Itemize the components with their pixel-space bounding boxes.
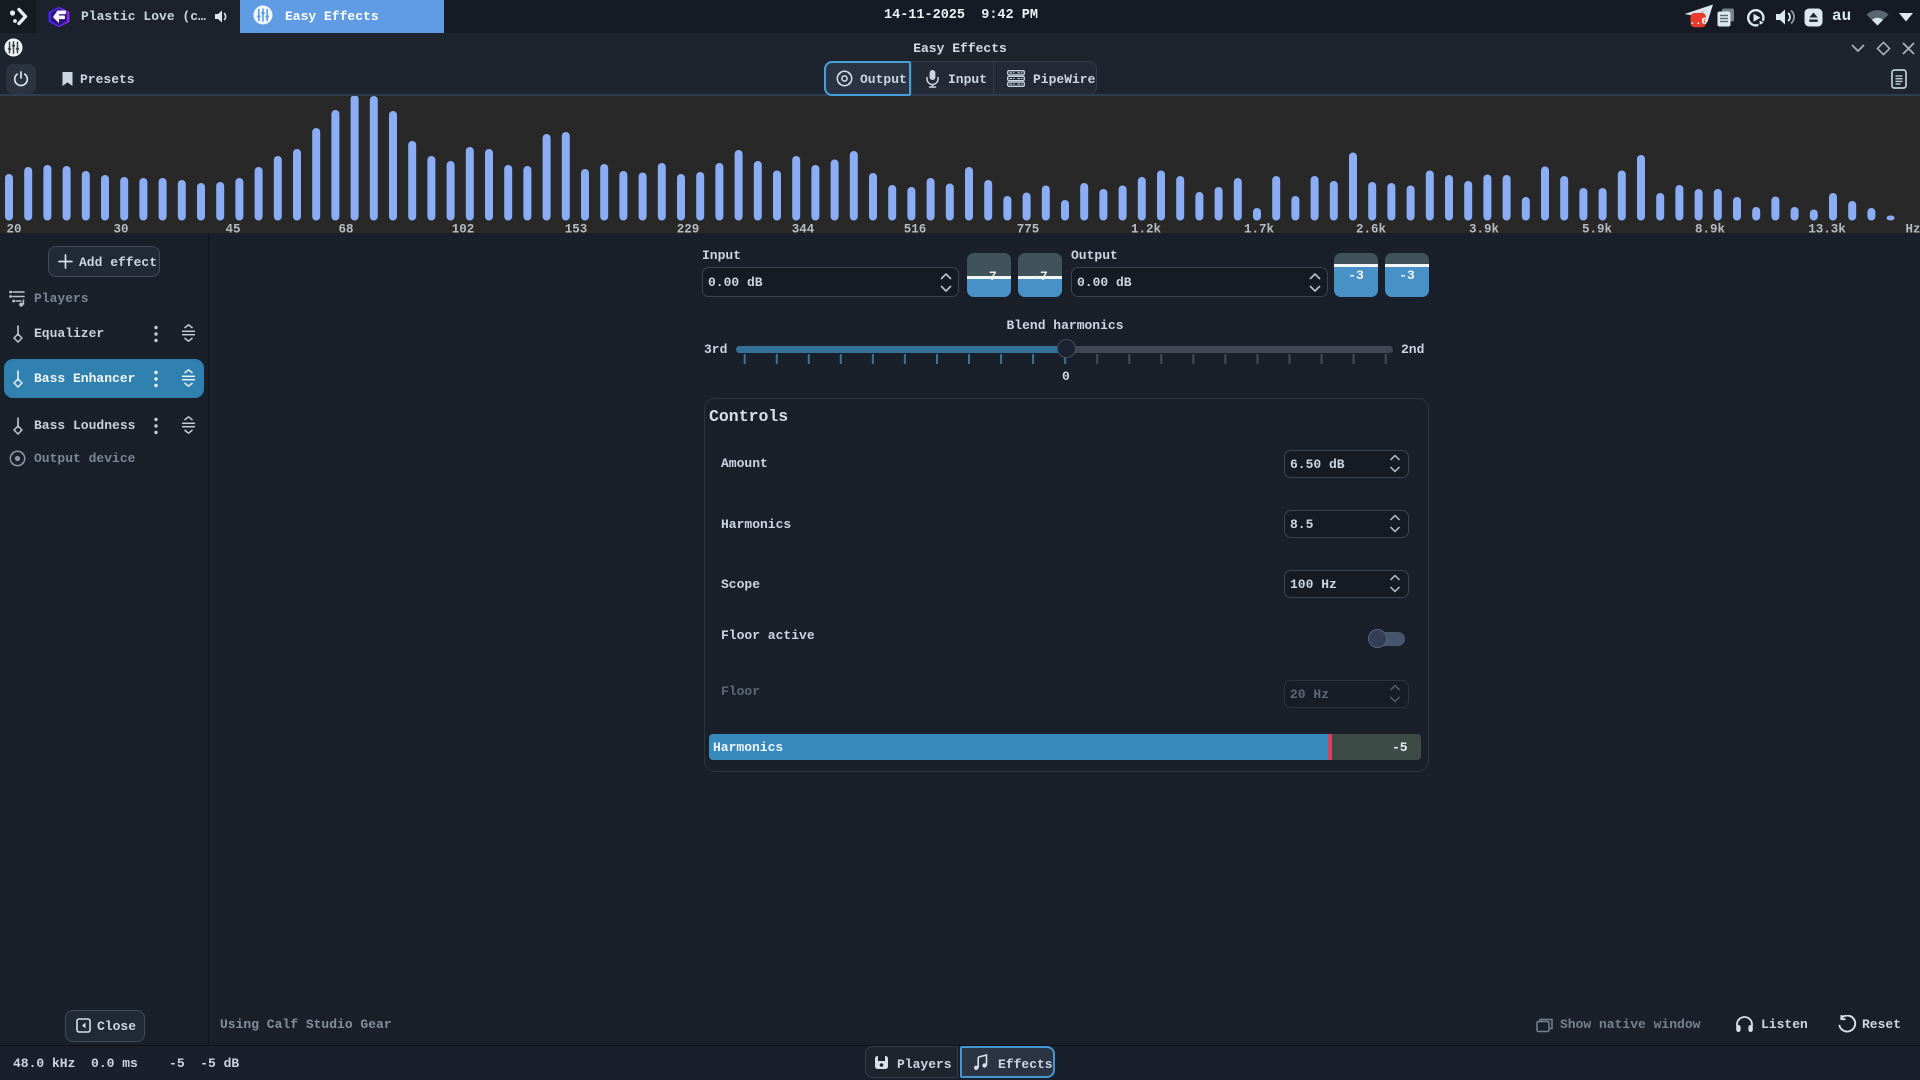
svg-text:1.2k: 1.2k <box>1131 223 1162 234</box>
svg-text:102: 102 <box>452 223 475 234</box>
svg-text:..6: ..6 <box>1689 17 1707 28</box>
svg-text:Hz: Hz <box>1905 223 1920 234</box>
svg-text:3.9k: 3.9k <box>1469 223 1500 234</box>
svg-text:45: 45 <box>225 223 240 234</box>
svg-text:1.7k: 1.7k <box>1244 223 1275 234</box>
svg-text:775: 775 <box>1017 223 1040 234</box>
svg-text:30: 30 <box>113 223 128 234</box>
svg-text:153: 153 <box>565 223 588 234</box>
svg-text:5.9k: 5.9k <box>1582 223 1613 234</box>
svg-text:2.6k: 2.6k <box>1356 223 1387 234</box>
svg-text:20: 20 <box>6 223 21 234</box>
svg-text:344: 344 <box>792 223 815 234</box>
svg-text:516: 516 <box>904 223 927 234</box>
svg-text:13.3k: 13.3k <box>1808 223 1846 234</box>
svg-text:68: 68 <box>338 223 353 234</box>
svg-text:229: 229 <box>677 223 700 234</box>
svg-text:8.9k: 8.9k <box>1695 223 1726 234</box>
